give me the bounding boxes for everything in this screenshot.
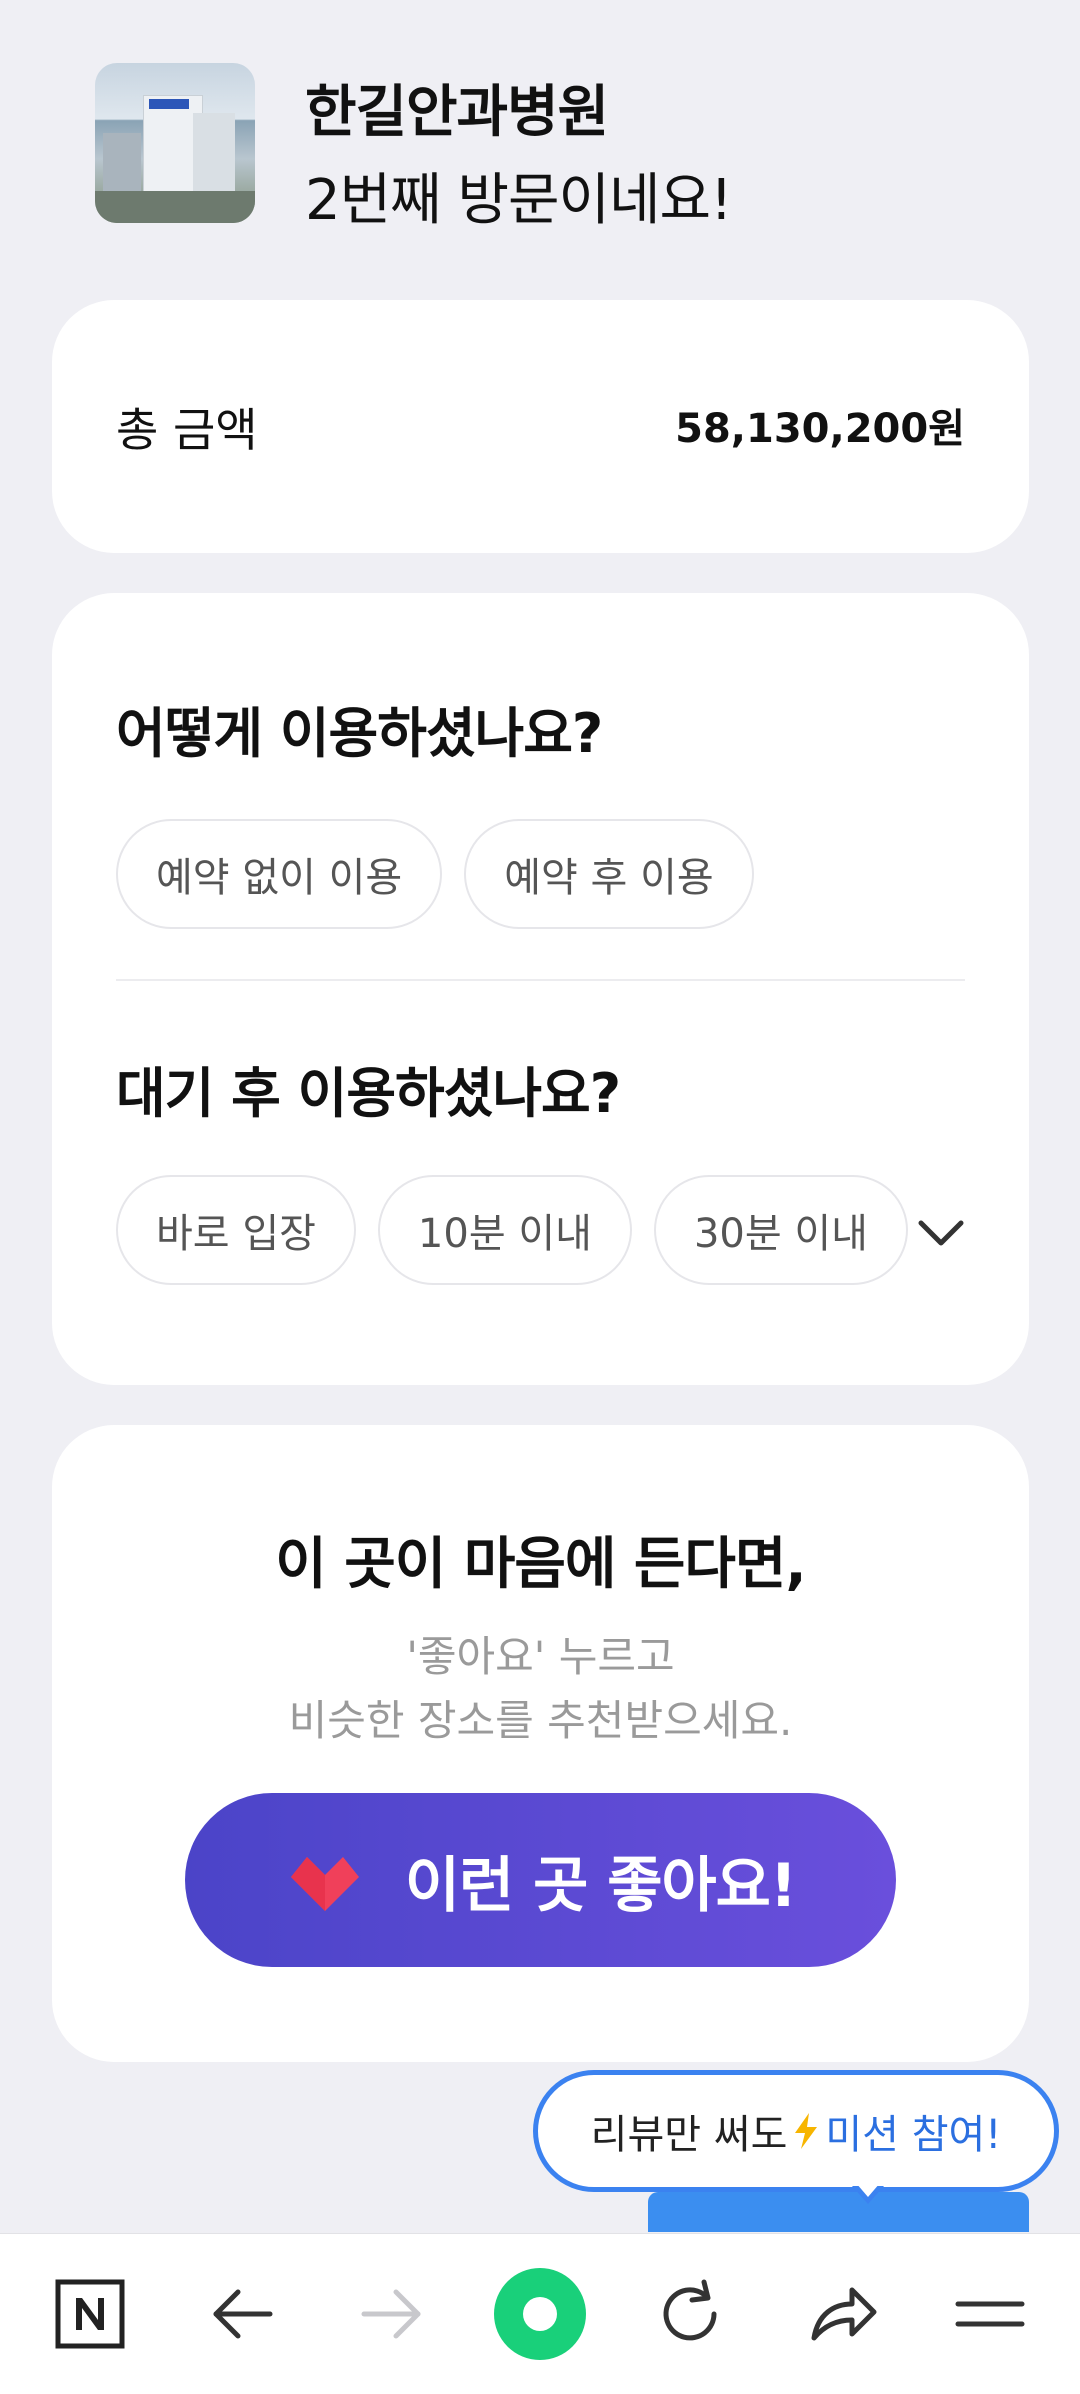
mission-text: 리뷰만 써도 [590,2112,788,2158]
menu-button[interactable] [948,2272,1032,2356]
hospital-photo[interactable] [95,63,255,223]
total-amount-card: 총 금액 58,130,200원 [52,300,1029,553]
total-amount-value: 58,130,200원 [675,406,965,452]
mission-tooltip[interactable]: 리뷰만 써도 미션 참여! [533,2070,1059,2192]
like-subtitle-line2: 비슷한 장소를 추천받으세요. [288,1696,793,1745]
green-dot-icon [494,2268,586,2360]
refresh-button[interactable] [648,2272,732,2356]
share-button[interactable] [800,2272,884,2356]
usage-survey-card: 어떻게 이용하셨나요? 예약 없이 이용 예약 후 이용 대기 후 이용하셨나요… [52,593,1029,1385]
like-subtitle-line1: '좋아요' 누르고 [406,1632,675,1681]
refresh-icon [663,2279,717,2341]
heart-icon [290,1857,359,1911]
option-within-30-min[interactable]: 30분 이내 [653,1175,908,1285]
usage-options: 예약 없이 이용 예약 후 이용 [116,819,754,929]
option-no-reservation[interactable]: 예약 없이 이용 [116,819,443,929]
question-wait-title: 대기 후 이용하셨나요? [116,1062,621,1125]
total-amount-label: 총 금액 [116,403,258,457]
hospital-name[interactable]: 한길안과병원 [305,67,609,148]
chevron-down-icon[interactable] [913,1205,969,1261]
wait-options: 바로 입장 10분 이내 30분 이내 [116,1175,908,1285]
back-button[interactable] [200,2272,284,2356]
option-within-10-min[interactable]: 10분 이내 [377,1175,632,1285]
like-title: 이 곳이 마음에 든다면, [275,1532,806,1597]
forward-arrow-icon [361,2289,421,2339]
lightning-icon [795,2113,818,2149]
like-button-label: 이런 곳 좋아요! [404,1850,797,1921]
naver-home-button[interactable] [48,2272,132,2356]
like-card: 이 곳이 마음에 든다면, '좋아요' 누르고 비슷한 장소를 추천받으세요. … [52,1425,1029,2062]
divider [116,979,965,981]
mission-tab[interactable] [648,2192,1029,2232]
browser-bottom-bar [0,2233,1080,2394]
naver-home-icon [55,2279,125,2349]
option-immediate-entry[interactable]: 바로 입장 [116,1175,356,1285]
share-icon [811,2287,877,2341]
menu-icon [955,2301,1025,2327]
hospital-header: 한길안과병원 2번째 방문이네요! [95,63,995,233]
forward-button[interactable] [350,2272,434,2356]
green-dot-button[interactable] [492,2266,588,2362]
option-with-reservation[interactable]: 예약 후 이용 [464,819,754,929]
like-button[interactable]: 이런 곳 좋아요! [185,1793,896,1967]
mission-join-link[interactable]: 미션 참여! [825,2102,1001,2160]
question-usage-title: 어떻게 이용하셨나요? [116,702,603,765]
visit-count-text: 2번째 방문이네요! [305,168,733,233]
back-arrow-icon [213,2289,273,2339]
